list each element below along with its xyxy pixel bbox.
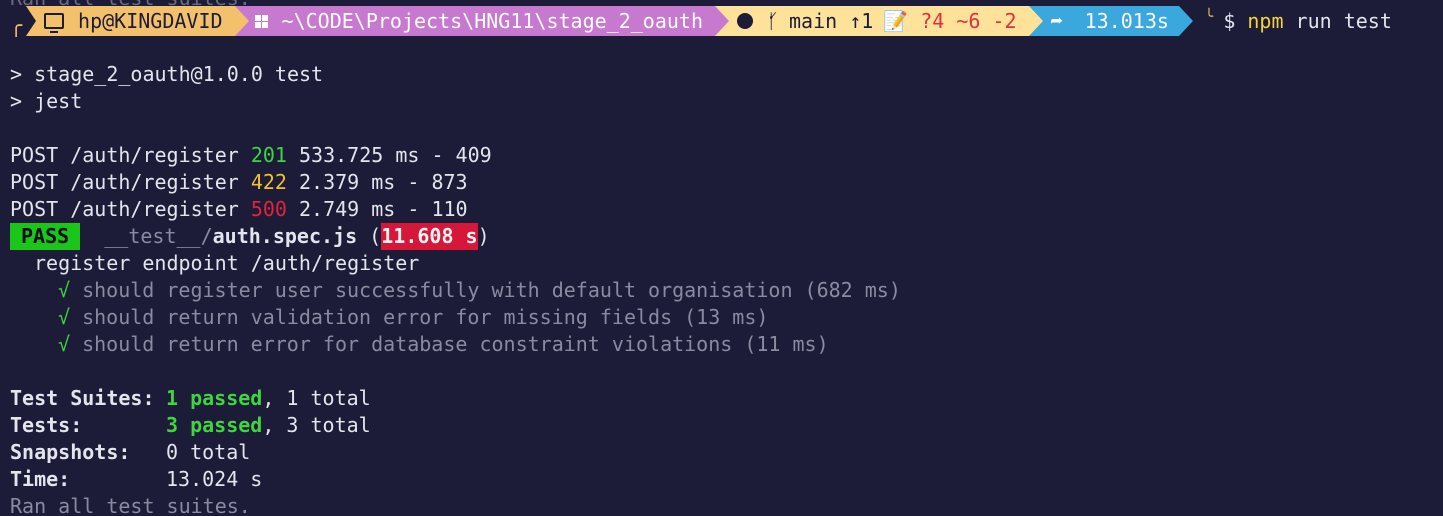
summary-label: Snapshots: [10, 440, 131, 464]
windows-icon [254, 14, 268, 28]
current-path: ~\CODE\Projects\HNG11\stage_2_oauth [281, 9, 703, 33]
user-host: hp@KINGDAVID [78, 9, 223, 33]
pass-badge: PASS [10, 223, 81, 250]
summary-passed: 1 passed [166, 386, 263, 410]
segment-separator [1178, 6, 1193, 36]
spec-filename: auth.spec.js [212, 224, 358, 248]
summary-value: 13.024 s [166, 467, 263, 491]
segment-separator [714, 6, 729, 36]
prompt-corner-top: ╭ [10, 13, 23, 37]
test-case-name: should return validation error for missi… [82, 305, 769, 329]
spec-duration-badge: 11.608 s [381, 223, 478, 250]
check-icon: √ [58, 305, 71, 329]
branch-icon: ᚶ [766, 9, 779, 33]
summary-passed: 3 passed [166, 413, 263, 437]
summary-snapshots: Snapshots: 0 total [10, 439, 250, 466]
request-route: POST /auth/register [10, 170, 251, 194]
test-case-name: should return error for database constra… [82, 332, 829, 356]
prompt-symbol: $ [1223, 9, 1236, 33]
segment-separator [26, 6, 37, 36]
user-host-segment: hp@KINGDAVID [36, 6, 235, 36]
git-changes: 📝 ?4 ~6 -2 [883, 9, 1017, 33]
summary-value: 0 total [166, 440, 251, 464]
prompt-bar: ╭ hp@KINGDAVID ~\CODE\Projects\HNG11\sta… [0, 6, 1392, 37]
test-file-result: PASS __test__/auth.spec.js (11.608 s) [10, 223, 490, 250]
status-code: 500 [250, 197, 287, 221]
git-branch: main ↑1 [788, 9, 874, 33]
npm-script-command: > jest [10, 89, 83, 113]
request-route: POST /auth/register [10, 197, 251, 221]
command-name[interactable]: npm [1247, 9, 1283, 33]
spec-time-close: ) [477, 224, 490, 248]
command-duration: 13.013s [1084, 9, 1169, 33]
test-case: √ should return validation error for mis… [58, 304, 768, 331]
segment-separator [234, 6, 249, 36]
spec-time-open: ( [357, 224, 382, 248]
github-icon [736, 13, 753, 29]
spec-directory: __test__/ [104, 224, 213, 248]
request-timing: 2.749 ms - 110 [286, 197, 468, 221]
npm-script-line: > stage_2_oauth@1.0.0 test [10, 62, 324, 86]
request-timing: 2.379 ms - 873 [286, 170, 468, 194]
redo-arrow-icon: ➦ [1050, 9, 1063, 33]
check-icon: √ [58, 278, 71, 302]
duration-segment: ➦ 13.013s [1042, 6, 1179, 36]
summary-total: , 3 total [262, 413, 371, 437]
summary-label: Time: [10, 467, 71, 491]
ran-all-message: Ran all test suites. [10, 494, 251, 516]
status-code: 201 [250, 143, 287, 167]
command-args[interactable]: run test [1284, 9, 1392, 33]
status-code: 422 [250, 170, 287, 194]
summary-test-suites: Test Suites: 1 passed, 1 total [10, 385, 371, 412]
path-segment: ~\CODE\Projects\HNG11\stage_2_oauth [248, 6, 715, 36]
computer-icon [44, 13, 65, 33]
request-log-line: POST /auth/register 422 2.379 ms - 873 [10, 169, 468, 196]
test-case-name: should register user successfully with d… [82, 278, 901, 302]
request-route: POST /auth/register [10, 143, 251, 167]
terminal-window[interactable]: Ran all test suites. ╭ hp@KINGDAVID ~\CO… [0, 0, 1443, 516]
git-segment: ᚶ main ↑1 📝 ?4 ~6 -2 [728, 6, 1029, 36]
prompt-corner-bottom: ╰ [1204, 9, 1214, 25]
summary-total: , 1 total [262, 386, 371, 410]
check-icon: √ [58, 332, 71, 356]
request-timing: 533.725 ms - 409 [286, 143, 492, 167]
test-case: √ should return error for database const… [58, 331, 829, 358]
request-log-line: POST /auth/register 500 2.749 ms - 110 [10, 196, 468, 223]
segment-separator [1028, 6, 1043, 36]
summary-label: Tests: [10, 413, 83, 437]
test-case: √ should register user successfully with… [58, 277, 901, 304]
request-log-line: POST /auth/register 201 533.725 ms - 409 [10, 142, 492, 169]
summary-label: Test Suites: [10, 386, 155, 410]
summary-tests: Tests: 3 passed, 3 total [10, 412, 371, 439]
describe-block-title: register endpoint /auth/register [34, 251, 420, 275]
summary-time: Time: 13.024 s [10, 466, 262, 493]
